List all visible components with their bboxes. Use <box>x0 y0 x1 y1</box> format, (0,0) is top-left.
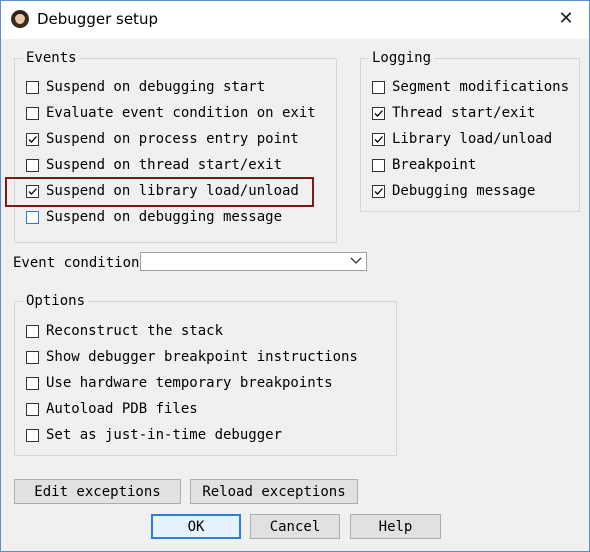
checkbox[interactable] <box>26 376 39 390</box>
logging-checkbox-row[interactable]: Library load/unload <box>372 129 552 149</box>
checkbox[interactable] <box>26 106 39 120</box>
checkbox[interactable] <box>372 158 385 172</box>
checkbox-label: Suspend on debugging start <box>46 79 266 95</box>
checkbox[interactable] <box>372 184 385 198</box>
checkbox-label: Suspend on process entry point <box>46 131 299 147</box>
options-checkbox-row[interactable]: Reconstruct the stack <box>26 321 223 341</box>
checkbox-label: Evaluate event condition on exit <box>46 105 316 121</box>
checkbox-label: Suspend on library load/unload <box>46 183 299 199</box>
cancel-button[interactable]: Cancel <box>250 514 340 539</box>
checkbox[interactable] <box>372 106 385 120</box>
checkbox-label: Suspend on debugging message <box>46 209 283 225</box>
checkbox-label: Thread start/exit <box>392 105 536 121</box>
checkmark-icon <box>28 187 37 195</box>
events-checkbox-row[interactable]: Suspend on debugging message <box>26 207 282 227</box>
event-condition-combobox[interactable] <box>140 252 367 271</box>
event-condition-label: Event condition <box>13 255 140 271</box>
checkmark-icon <box>374 135 383 143</box>
checkbox-label: Debugging message <box>392 183 536 199</box>
checkbox[interactable] <box>372 80 385 94</box>
window-title: Debugger setup <box>37 10 158 28</box>
checkbox-label: Suspend on thread start/exit <box>46 157 283 173</box>
checkbox[interactable] <box>26 132 39 146</box>
checkbox[interactable] <box>26 158 39 172</box>
checkbox-label: Segment modifications <box>392 79 570 95</box>
checkbox-label: Show debugger breakpoint instructions <box>46 349 358 365</box>
debugger-setup-window: Debugger setup ✕ Events Logging Event co… <box>0 0 590 552</box>
chevron-down-icon[interactable] <box>350 256 362 266</box>
checkbox[interactable] <box>26 402 39 416</box>
title-bar[interactable]: Debugger setup ✕ <box>1 1 589 39</box>
checkbox-label: Reconstruct the stack <box>46 323 224 339</box>
ok-button[interactable]: OK <box>151 514 241 539</box>
close-icon[interactable]: ✕ <box>551 5 581 33</box>
edit-exceptions-button[interactable]: Edit exceptions <box>14 479 181 504</box>
checkbox-label: Autoload PDB files <box>46 401 198 417</box>
checkbox[interactable] <box>26 184 39 198</box>
logging-legend: Logging <box>369 50 435 66</box>
events-checkbox-row[interactable]: Suspend on library load/unload <box>26 181 299 201</box>
events-checkbox-row[interactable]: Suspend on process entry point <box>26 129 299 149</box>
checkbox[interactable] <box>26 428 39 442</box>
checkbox[interactable] <box>26 324 39 338</box>
options-legend: Options <box>23 293 89 309</box>
logging-checkbox-row[interactable]: Debugging message <box>372 181 535 201</box>
events-checkbox-row[interactable]: Evaluate event condition on exit <box>26 103 316 123</box>
help-button[interactable]: Help <box>350 514 441 539</box>
options-checkbox-row[interactable]: Autoload PDB files <box>26 399 198 419</box>
checkmark-icon <box>28 135 37 143</box>
options-checkbox-row[interactable]: Use hardware temporary breakpoints <box>26 373 333 393</box>
events-checkbox-row[interactable]: Suspend on thread start/exit <box>26 155 282 175</box>
checkmark-icon <box>374 187 383 195</box>
checkbox-label: Library load/unload <box>392 131 553 147</box>
checkbox[interactable] <box>26 80 39 94</box>
reload-exceptions-button[interactable]: Reload exceptions <box>190 479 358 504</box>
checkbox-label: Use hardware temporary breakpoints <box>46 375 333 391</box>
checkbox-label: Breakpoint <box>392 157 477 173</box>
app-portrait-icon <box>11 10 29 28</box>
checkbox-label: Set as just-in-time debugger <box>46 427 283 443</box>
checkbox[interactable] <box>26 350 39 364</box>
logging-checkbox-row[interactable]: Segment modifications <box>372 77 569 97</box>
logging-checkbox-row[interactable]: Breakpoint <box>372 155 476 175</box>
checkmark-icon <box>374 109 383 117</box>
checkbox[interactable] <box>26 210 39 224</box>
logging-checkbox-row[interactable]: Thread start/exit <box>372 103 535 123</box>
checkbox[interactable] <box>372 132 385 146</box>
options-checkbox-row[interactable]: Set as just-in-time debugger <box>26 425 282 445</box>
events-checkbox-row[interactable]: Suspend on debugging start <box>26 77 265 97</box>
options-checkbox-row[interactable]: Show debugger breakpoint instructions <box>26 347 358 367</box>
events-legend: Events <box>23 50 80 66</box>
